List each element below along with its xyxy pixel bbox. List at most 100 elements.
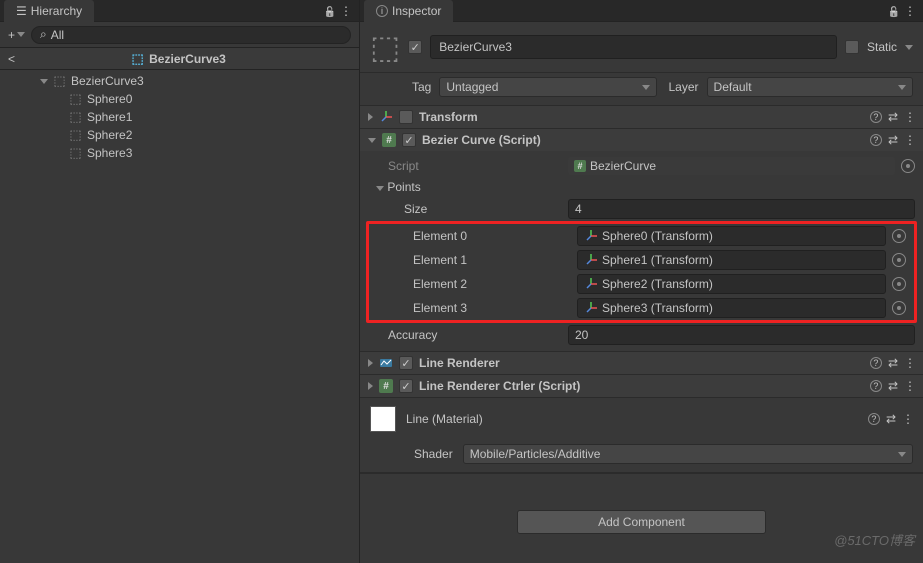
- help-icon[interactable]: ?: [870, 111, 882, 123]
- lock-icon[interactable]: [324, 4, 336, 18]
- line-renderer-header[interactable]: Line Renderer ? ⇄ ⋮: [360, 352, 923, 374]
- inspector-tab[interactable]: i Inspector: [364, 0, 453, 22]
- tree-item-child[interactable]: ⬚ Sphere2: [0, 126, 359, 144]
- element-row: Element 3 Sphere3 (Transform): [369, 296, 914, 320]
- scene-nav-row: < ⬚ BezierCurve3: [0, 48, 359, 70]
- element-label: Element 3: [377, 301, 577, 315]
- preset-icon[interactable]: ⇄: [888, 356, 898, 370]
- material-header[interactable]: Line (Material) ? ⇄ ⋮: [360, 398, 923, 440]
- help-icon[interactable]: ?: [870, 134, 882, 146]
- scene-title[interactable]: ⬚ BezierCurve3: [23, 51, 333, 67]
- context-menu-icon[interactable]: ⋮: [902, 412, 913, 426]
- tag-dropdown[interactable]: Untagged: [439, 77, 656, 97]
- shader-row: Shader Mobile/Particles/Additive: [360, 440, 923, 473]
- enabled-checkbox[interactable]: [402, 133, 416, 147]
- object-picker-icon[interactable]: [901, 159, 915, 173]
- static-dropdown-icon[interactable]: [905, 45, 913, 50]
- enabled-checkbox[interactable]: [399, 356, 413, 370]
- preset-icon[interactable]: ⇄: [888, 110, 898, 124]
- expand-arrow-icon[interactable]: [40, 79, 48, 84]
- script-label: Script: [368, 159, 568, 173]
- tag-layer-row: Tag Untagged Layer Default: [360, 73, 923, 106]
- tree-item-label: Sphere2: [87, 128, 132, 142]
- object-name-input[interactable]: [430, 35, 837, 59]
- script-icon: #: [379, 379, 393, 393]
- object-picker-icon[interactable]: [892, 301, 906, 315]
- context-menu-icon[interactable]: ⋮: [904, 356, 915, 370]
- object-picker-icon[interactable]: [892, 277, 906, 291]
- enabled-checkbox[interactable]: [399, 379, 413, 393]
- tree-item-root[interactable]: ⬚ BezierCurve3: [0, 72, 359, 90]
- expand-arrow-icon[interactable]: [376, 186, 384, 191]
- expand-arrow-icon[interactable]: [368, 113, 373, 121]
- hierarchy-search-input[interactable]: ⌕ All: [31, 26, 351, 44]
- context-menu-icon[interactable]: ⋮: [904, 110, 915, 124]
- tree-item-label: Sphere3: [87, 146, 132, 160]
- expand-arrow-icon[interactable]: [368, 382, 373, 390]
- preset-icon[interactable]: ⇄: [886, 412, 896, 426]
- line-renderer-ctrler-title: Line Renderer Ctrler (Script): [419, 379, 864, 393]
- help-icon[interactable]: ?: [870, 357, 882, 369]
- active-checkbox[interactable]: [408, 40, 422, 54]
- bezier-curve-header[interactable]: # Bezier Curve (Script) ? ⇄ ⋮: [360, 129, 923, 151]
- gameobject-icon: ⬚: [68, 109, 83, 125]
- tree-item-child[interactable]: ⬚ Sphere0: [0, 90, 359, 108]
- transform-title: Transform: [419, 110, 864, 124]
- dropdown-arrow-icon: [642, 85, 650, 90]
- static-checkbox[interactable]: [845, 40, 859, 54]
- add-component-label: Add Component: [598, 515, 685, 529]
- element-value: Sphere3 (Transform): [602, 301, 713, 315]
- bezier-curve-title: Bezier Curve (Script): [422, 133, 864, 147]
- layer-value: Default: [714, 80, 752, 94]
- transform-icon: [584, 301, 598, 315]
- help-icon[interactable]: ?: [870, 380, 882, 392]
- preset-icon[interactable]: ⇄: [888, 133, 898, 147]
- dropdown-arrow-icon: [17, 32, 25, 37]
- gameobject-icon: ⬚: [52, 73, 67, 89]
- object-picker-icon[interactable]: [892, 253, 906, 267]
- element-label: Element 2: [377, 277, 577, 291]
- expand-arrow-icon[interactable]: [368, 359, 373, 367]
- hierarchy-tab-label: Hierarchy: [31, 4, 82, 18]
- accuracy-label: Accuracy: [368, 328, 568, 342]
- script-icon: #: [574, 160, 586, 172]
- element-field[interactable]: Sphere1 (Transform): [577, 250, 886, 270]
- tree-item-child[interactable]: ⬚ Sphere3: [0, 144, 359, 162]
- help-icon[interactable]: ?: [868, 413, 880, 425]
- gameobject-icon[interactable]: ⬚: [370, 28, 400, 66]
- object-picker-icon[interactable]: [892, 229, 906, 243]
- tree-item-child[interactable]: ⬚ Sphere1: [0, 108, 359, 126]
- script-property-row: Script # BezierCurve: [360, 155, 923, 177]
- hierarchy-tab[interactable]: ☰ Hierarchy: [4, 0, 94, 22]
- lock-icon[interactable]: [888, 4, 900, 18]
- element-row: Element 0 Sphere0 (Transform): [369, 224, 914, 248]
- context-menu-icon[interactable]: ⋮: [904, 4, 915, 18]
- context-menu-icon[interactable]: ⋮: [904, 133, 915, 147]
- material-preview[interactable]: [370, 406, 396, 432]
- preset-icon[interactable]: ⇄: [888, 379, 898, 393]
- expand-arrow-icon[interactable]: [368, 138, 376, 143]
- context-menu-icon[interactable]: ⋮: [340, 4, 351, 18]
- element-field[interactable]: Sphere2 (Transform): [577, 274, 886, 294]
- accuracy-property-row: Accuracy: [360, 323, 923, 347]
- gameobject-icon: ⬚: [68, 145, 83, 161]
- layer-dropdown[interactable]: Default: [707, 77, 913, 97]
- hierarchy-icon: ☰: [16, 4, 27, 18]
- line-renderer-ctrler-header[interactable]: # Line Renderer Ctrler (Script) ? ⇄ ⋮: [360, 375, 923, 397]
- dropdown-arrow-icon: [898, 85, 906, 90]
- inspector-tab-bar: i Inspector ⋮: [360, 0, 923, 22]
- add-component-button[interactable]: Add Component: [517, 510, 766, 534]
- back-button[interactable]: <: [8, 52, 15, 66]
- element-field[interactable]: Sphere3 (Transform): [577, 298, 886, 318]
- accuracy-input[interactable]: [568, 325, 915, 345]
- transform-header[interactable]: Transform ? ⇄ ⋮: [360, 106, 923, 128]
- inspector-tab-label: Inspector: [392, 4, 441, 18]
- context-menu-icon[interactable]: ⋮: [904, 379, 915, 393]
- info-icon: i: [376, 5, 388, 17]
- size-input[interactable]: [568, 199, 915, 219]
- transform-component: Transform ? ⇄ ⋮: [360, 106, 923, 129]
- create-button[interactable]: +: [8, 28, 25, 42]
- shader-dropdown[interactable]: Mobile/Particles/Additive: [463, 444, 913, 464]
- line-renderer-component: Line Renderer ? ⇄ ⋮: [360, 352, 923, 375]
- element-field[interactable]: Sphere0 (Transform): [577, 226, 886, 246]
